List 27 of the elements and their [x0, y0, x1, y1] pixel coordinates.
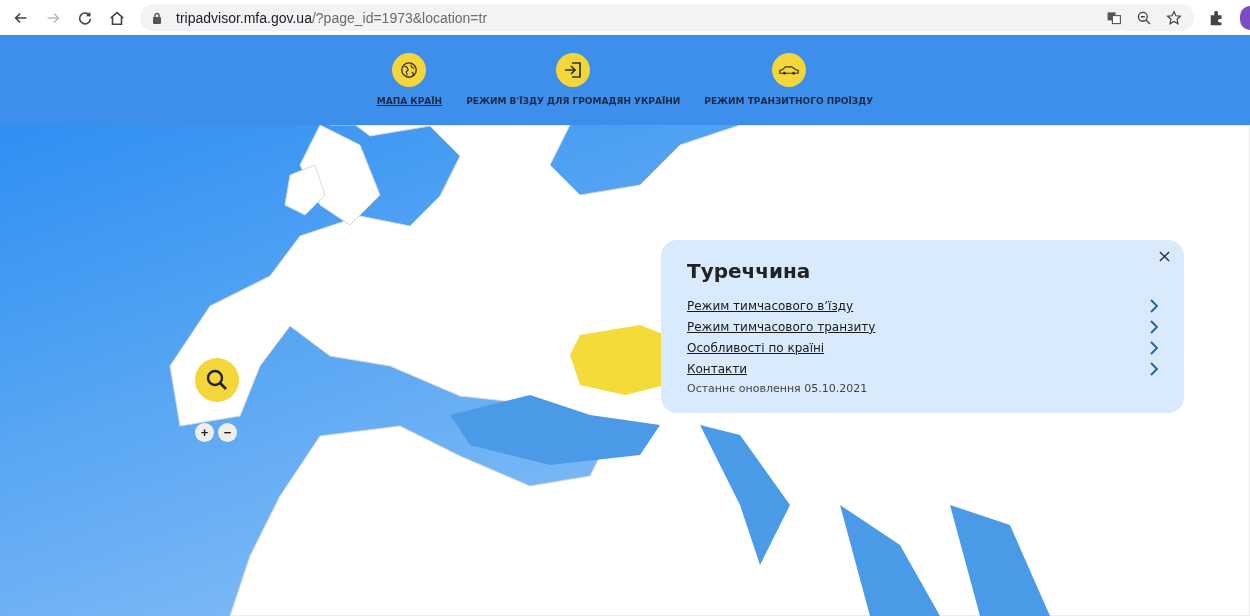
nav-tab[interactable]: РЕЖИМ В'ЇЗДУ ДЛЯ ГРОМАДЯН УКРАЇНИ: [466, 53, 681, 125]
popup-link[interactable]: Режим тимчасового вʼїзду: [687, 298, 854, 313]
zoom-in-button[interactable]: +: [195, 423, 214, 442]
car-icon: [771, 53, 806, 87]
globe-icon: [392, 53, 427, 87]
chevron-right-icon[interactable]: [1150, 361, 1158, 376]
star-icon[interactable]: [1166, 9, 1182, 26]
zoom-out-icon[interactable]: [1136, 9, 1152, 26]
chevron-right-icon[interactable]: [1150, 298, 1158, 313]
url-text: tripadvisor.mfa.gov.ua/?page_id=1973&location=tr: [176, 9, 488, 26]
close-icon[interactable]: [1159, 251, 1170, 262]
address-bar[interactable]: tripadvisor.mfa.gov.ua/?page_id=1973&location=tr: [140, 4, 1194, 31]
popup-link[interactable]: Режим тимчасового транзиту: [687, 319, 876, 334]
popup-link[interactable]: Контакти: [687, 361, 748, 376]
country-title: Туреччина: [687, 258, 812, 284]
nav-tab[interactable]: РЕЖИМ ТРАНЗИТНОГО ПРОЇЗДУ: [704, 53, 874, 125]
zoom-out-button[interactable]: −: [218, 423, 237, 442]
lock-icon: [152, 11, 162, 24]
last-updated-text: Останнє оновлення 05.10.2021: [687, 382, 869, 395]
chevron-right-icon[interactable]: [1150, 340, 1158, 355]
popup-link[interactable]: Особливості по країні: [687, 340, 825, 355]
translate-icon[interactable]: [1106, 9, 1122, 26]
profile-avatar[interactable]: [1240, 5, 1250, 30]
chevron-right-icon[interactable]: [1150, 319, 1158, 334]
nav-tab[interactable]: МАПА КРАЇН: [376, 53, 443, 125]
search-icon: [205, 368, 229, 392]
sign-in-icon: [556, 53, 591, 87]
